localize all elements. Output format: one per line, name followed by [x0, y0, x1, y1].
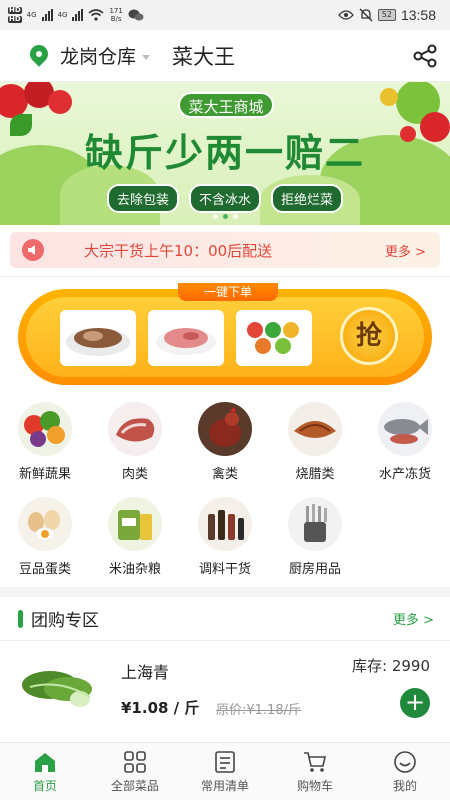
tab-frequent-list[interactable]: 常用清单 — [180, 743, 270, 800]
add-to-cart-button[interactable]: + — [400, 688, 430, 718]
banner-tag: 拒绝烂菜 — [271, 184, 344, 213]
tab-profile[interactable]: 我的 — [360, 743, 450, 800]
category-kitchenware[interactable]: 厨房用品 — [270, 496, 360, 577]
category-tofu-eggs[interactable]: 豆品蛋类 — [0, 496, 90, 577]
shop-badge: 菜大王商城 — [178, 92, 274, 118]
hd-badge-icon: HD HD — [8, 6, 22, 23]
quick-order-title: 一键下单 — [178, 283, 278, 301]
tab-home[interactable]: 首页 — [0, 743, 90, 800]
location-pin-icon — [26, 41, 52, 67]
speaker-icon — [22, 239, 44, 261]
category-seasonings[interactable]: 调料干货 — [180, 496, 270, 577]
category-grid: 新鲜蔬果 肉类 禽类 烧腊类 水产冻货 豆品蛋类 米油杂粮 调料干货 厨房用品 — [0, 401, 450, 577]
lemon-icon — [380, 88, 398, 106]
section-marker — [18, 609, 23, 628]
status-clock: 13:58 — [400, 7, 436, 23]
tab-all-items[interactable]: 全部菜品 — [90, 743, 180, 800]
category-label: 豆品蛋类 — [18, 562, 71, 577]
product-price: ¥1.08 / 斤 — [121, 699, 200, 717]
notice-more-link[interactable]: 更多 > — [385, 241, 426, 260]
net-speed: 171 B/s — [109, 7, 123, 23]
store-name: 菜大王 — [172, 44, 236, 69]
category-label: 禽类 — [211, 467, 238, 482]
share-icon[interactable] — [412, 44, 438, 68]
tab-label: 常用清单 — [200, 779, 249, 793]
sauce-bottles-icon — [194, 496, 256, 552]
mute-bell-icon — [359, 8, 373, 22]
category-meat[interactable]: 肉类 — [90, 401, 180, 482]
product-thumb[interactable] — [148, 310, 224, 366]
location-selector[interactable]: 龙岗仓库 — [60, 42, 136, 69]
eggs-icon — [14, 496, 76, 552]
category-label: 米油杂粮 — [108, 562, 161, 577]
eye-icon — [337, 10, 354, 20]
category-label: 新鲜蔬果 — [18, 467, 71, 482]
tab-label: 全部菜品 — [110, 779, 159, 793]
status-left: HD HD 4G 4G 171 B/s — [8, 6, 144, 24]
tab-label: 购物车 — [296, 779, 333, 793]
cart-icon — [304, 752, 326, 772]
banner-tag: 去除包装 — [106, 184, 179, 213]
list-icon — [215, 751, 235, 773]
notice-text: 大宗干货上午10：00后配送 — [84, 241, 273, 260]
bottom-tab-bar: 首页 全部菜品 常用清单 购物车 我的 — [0, 742, 450, 800]
product-thumb[interactable] — [236, 310, 312, 366]
poultry-icon — [194, 401, 256, 457]
category-seafood[interactable]: 水产冻货 — [360, 401, 450, 482]
notice-bar[interactable]: 大宗干货上午10：00后配送 更多 > — [10, 232, 440, 268]
chevron-down-icon[interactable] — [142, 54, 151, 60]
banner-tags: 去除包装 不含冰水 拒绝烂菜 — [0, 184, 450, 213]
category-roast-meat[interactable]: 烧腊类 — [270, 401, 360, 482]
product-stock: 库存: 2990 — [352, 657, 430, 675]
app-header: 龙岗仓库 菜大王 — [0, 30, 450, 82]
section-title: 团购专区 — [31, 611, 99, 631]
battery-icon: 52 — [377, 9, 396, 21]
signal-4g-icon-2: 4G — [57, 11, 68, 19]
seafood-icon — [374, 401, 436, 457]
banner-slogan: 缺斤少两一赔二 — [84, 130, 365, 175]
category-rice-oil-grains[interactable]: 米油杂粮 — [90, 496, 180, 577]
status-right: 52 13:58 — [337, 7, 436, 23]
status-bar: HD HD 4G 4G 171 B/s 52 13:58 — [0, 0, 450, 30]
wifi-icon — [88, 9, 104, 21]
product-thumb[interactable] — [60, 310, 136, 366]
signal-bars-icon — [41, 9, 53, 21]
category-label: 肉类 — [121, 467, 148, 482]
home-icon — [35, 753, 55, 772]
grid-icon — [124, 751, 146, 773]
category-fresh-produce[interactable]: 新鲜蔬果 — [0, 401, 90, 482]
category-label: 厨房用品 — [288, 562, 341, 577]
tab-label: 首页 — [32, 779, 57, 793]
rice-bag-icon — [104, 496, 166, 552]
section-gap — [0, 587, 450, 597]
product-original-price: 原价:¥1.18/斤 — [216, 703, 301, 718]
category-label: 烧腊类 — [295, 467, 335, 482]
grab-button[interactable]: 抢 — [340, 307, 398, 365]
banner-tag: 不含冰水 — [188, 184, 261, 213]
promo-banner[interactable]: 菜大王商城 缺斤少两一赔二 去除包装 不含冰水 拒绝烂菜 — [0, 82, 450, 225]
cherry-icon — [48, 90, 72, 114]
group-buy-header: 团购专区 更多 > — [0, 597, 450, 641]
knife-set-icon — [284, 496, 346, 552]
product-card[interactable]: 上海青 ¥1.08 / 斤 原价:¥1.18/斤 库存: 2990 + — [0, 641, 450, 733]
product-image — [22, 671, 92, 707]
category-poultry[interactable]: 禽类 — [180, 401, 270, 482]
vegetables-icon — [14, 401, 76, 457]
smiley-icon — [394, 751, 416, 773]
roast-duck-icon — [284, 401, 346, 457]
wechat-icon — [128, 9, 144, 21]
signal-bars-icon-2 — [72, 9, 84, 21]
signal-4g-icon: 4G — [26, 11, 37, 19]
group-buy-more-link[interactable]: 更多 > — [393, 609, 434, 628]
category-label: 水产冻货 — [378, 467, 431, 482]
product-name: 上海青 — [121, 663, 170, 682]
quick-order-banner[interactable]: 一键下单 抢 — [18, 283, 432, 385]
tab-label: 我的 — [392, 779, 417, 793]
banner-pagination — [0, 214, 450, 219]
meat-icon — [104, 401, 166, 457]
tab-cart[interactable]: 购物车 — [270, 743, 360, 800]
category-label: 调料干货 — [198, 562, 251, 577]
divider — [0, 276, 450, 277]
